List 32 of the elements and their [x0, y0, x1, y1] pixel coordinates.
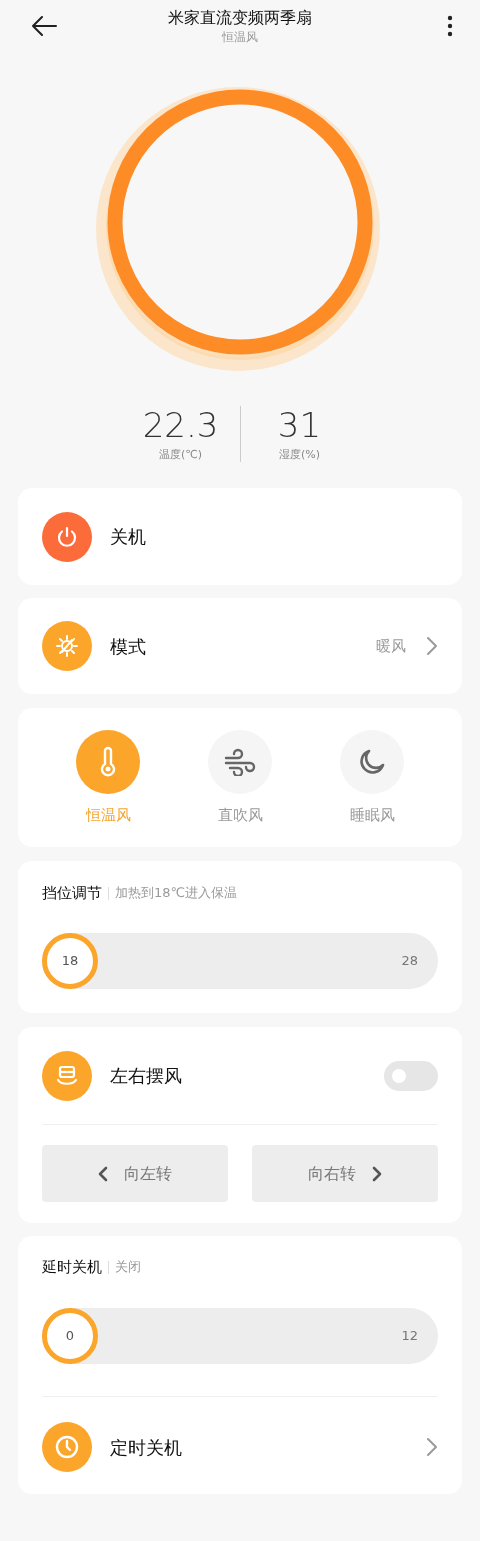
timer-row[interactable]: 定时关机 — [18, 1397, 462, 1497]
more-menu-button[interactable] — [446, 14, 454, 38]
power-icon — [42, 511, 92, 562]
reading-value: 31 — [277, 405, 322, 445]
reading-value: 22.3 — [142, 405, 219, 445]
reading-label: 湿度(%) — [278, 447, 320, 463]
section-hint: 加热到18℃进入保温 — [115, 884, 238, 903]
mode-subtitle: 恒温风 — [222, 29, 258, 45]
section-hint: 关闭 — [115, 1258, 141, 1277]
turn-button[interactable]: 向左转 — [42, 1145, 228, 1202]
power-button[interactable]: 关机 — [42, 511, 146, 562]
swing-label: 左右摆风 — [110, 1064, 183, 1088]
slider-max-label: 12 — [401, 1327, 418, 1345]
sun-icon — [42, 621, 92, 671]
swing-icon — [42, 1050, 92, 1101]
swing-toggle[interactable] — [384, 1060, 438, 1091]
chevron-right-icon — [426, 1437, 438, 1457]
chevron-left-icon — [98, 1165, 108, 1182]
device-title: 米家直流变频两季扇 — [168, 7, 312, 29]
slider-track[interactable]: 0 12 — [42, 1308, 438, 1364]
reading-label: 温度(℃) — [159, 447, 202, 463]
slider-track[interactable]: 18 28 — [42, 933, 438, 989]
chevron-right-icon — [426, 636, 438, 656]
chevron-right-icon — [372, 1165, 382, 1182]
slider-max-label: 28 — [401, 952, 418, 970]
clock-icon — [42, 1422, 92, 1472]
section-title: 挡位调节 — [42, 882, 102, 904]
slider-thumb[interactable]: 0 — [42, 1308, 98, 1364]
slider-thumb[interactable]: 18 — [42, 933, 98, 989]
mode-label: 模式 — [110, 634, 147, 659]
turn-button[interactable]: 向右转 — [252, 1145, 438, 1202]
section-title: 延时关机 — [42, 1256, 102, 1278]
